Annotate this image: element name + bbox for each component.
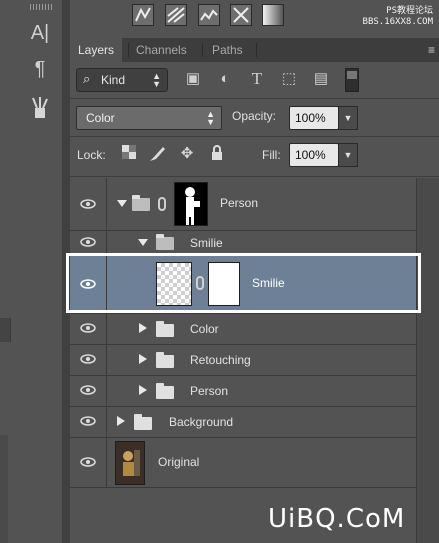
filter-toggle[interactable] <box>345 68 359 92</box>
opacity-value: 100% <box>295 111 326 125</box>
eye-icon <box>80 385 96 395</box>
eye-icon <box>80 199 96 209</box>
curves-preset-icon[interactable] <box>165 4 187 26</box>
blend-mode-select[interactable]: Color ▲ ▼ <box>76 106 222 130</box>
lock-transparency-icon[interactable] <box>120 145 138 163</box>
selection-highlight-frame <box>66 253 421 313</box>
layers-list: Person Smilie Smilie Color Retouching Pe… <box>70 178 439 543</box>
visibility-toggle[interactable] <box>70 344 107 375</box>
folder-icon <box>156 383 174 399</box>
collapse-arrow-icon[interactable] <box>138 239 148 246</box>
panel-tab-bar: Layers Channels Paths ≡ <box>70 38 439 62</box>
folder-open-icon <box>132 195 150 211</box>
visibility-toggle[interactable] <box>70 178 107 230</box>
watermark-top-line1: PS教程论坛 <box>386 6 433 16</box>
visibility-toggle[interactable] <box>70 437 107 487</box>
levels-preset-icon[interactable] <box>132 4 154 26</box>
updown-arrows-icon: ▲ ▼ <box>206 109 215 127</box>
lock-label: Lock: <box>77 148 106 162</box>
fill-value: 100% <box>295 148 326 162</box>
fill-input[interactable]: 100% <box>289 143 339 167</box>
fill-dropdown-icon[interactable]: ▼ <box>338 143 358 167</box>
folder-icon <box>134 414 152 430</box>
layer-row-retouching-group[interactable]: Retouching <box>70 344 417 376</box>
image-thumbnail[interactable] <box>115 441 145 485</box>
collapse-arrow-icon[interactable] <box>117 200 127 207</box>
filter-kind-label: Kind <box>101 73 126 87</box>
panel-menu-icon[interactable]: ≡ <box>428 38 435 62</box>
tools-strip: A| ¶ <box>0 0 63 543</box>
link-chain-icon[interactable] <box>158 197 166 211</box>
pixel-layer-filter-icon[interactable]: ▣ <box>182 69 204 89</box>
eye-icon <box>80 457 96 467</box>
layer-name: Person <box>190 384 229 398</box>
tab-paths[interactable]: Paths <box>204 38 251 62</box>
eye-icon <box>80 354 96 364</box>
tab-divider <box>256 43 257 57</box>
visibility-toggle[interactable] <box>70 375 107 406</box>
layer-name: Original <box>158 455 200 469</box>
visibility-toggle[interactable] <box>70 406 107 437</box>
lock-all-icon[interactable] <box>208 145 226 163</box>
layer-name: Smilie <box>190 236 223 250</box>
layer-row-background-group[interactable]: Background <box>70 406 417 438</box>
group-mask-thumbnail[interactable] <box>174 182 208 226</box>
lock-position-icon[interactable]: ✥ <box>178 145 196 163</box>
folder-icon <box>156 352 174 368</box>
eye-icon <box>80 416 96 426</box>
row-separator <box>70 136 439 137</box>
layer-name: Retouching <box>190 353 251 367</box>
visibility-toggle[interactable] <box>70 230 107 255</box>
layer-row-person-subgroup[interactable]: Person <box>70 375 417 407</box>
type-layer-filter-icon[interactable]: T <box>246 69 268 89</box>
opacity-input[interactable]: 100% <box>289 106 339 130</box>
brush-presets-icon[interactable] <box>24 96 56 120</box>
fill-label: Fill: <box>262 148 281 162</box>
tab-layers[interactable]: Layers <box>70 38 123 62</box>
tab-divider <box>202 43 203 57</box>
panel-collapse-handle[interactable] <box>0 318 11 342</box>
left-scrollbar[interactable] <box>0 435 8 543</box>
invert-preset-icon[interactable] <box>230 4 252 26</box>
expand-arrow-icon[interactable] <box>139 323 147 333</box>
gradient-map-preset-icon[interactable] <box>262 4 284 26</box>
layer-row-original[interactable]: Original <box>70 437 417 488</box>
row-separator <box>70 176 439 177</box>
folder-icon <box>156 321 174 337</box>
opacity-dropdown-icon[interactable]: ▼ <box>338 106 358 130</box>
visibility-toggle[interactable] <box>70 313 107 344</box>
layer-name: Color <box>190 322 219 336</box>
exposure-preset-icon[interactable] <box>198 4 220 26</box>
layer-name: Background <box>169 415 234 429</box>
watermark-top-line2: BBS.16XX8.COM <box>362 17 433 27</box>
lock-pixels-icon[interactable] <box>148 145 166 163</box>
filter-kind-select[interactable]: ⌕ Kind ▲ ▼ <box>76 68 168 92</box>
layers-scrollbar[interactable] <box>416 178 439 543</box>
expand-arrow-icon[interactable] <box>139 385 147 395</box>
smart-object-filter-icon[interactable]: ▤ <box>310 69 332 89</box>
search-icon: ⌕ <box>83 71 91 86</box>
strip-grip[interactable] <box>30 4 52 10</box>
expand-arrow-icon[interactable] <box>139 354 147 364</box>
folder-open-icon <box>156 234 174 250</box>
watermark-top: PS教程论坛 BBS.16XX8.COM <box>363 6 433 28</box>
expand-arrow-icon[interactable] <box>117 416 125 426</box>
character-panel-icon[interactable]: A| <box>24 22 56 46</box>
eye-icon <box>80 323 96 333</box>
shape-layer-filter-icon[interactable]: ⬚ <box>278 69 300 89</box>
layer-name: Person <box>220 196 259 210</box>
blend-mode-value: Color <box>86 111 115 125</box>
layer-row-color-group[interactable]: Color <box>70 313 417 345</box>
paragraph-panel-icon[interactable]: ¶ <box>24 58 56 82</box>
watermark-bottom: UiBQ.CoM <box>268 504 406 534</box>
adjustment-layer-filter-icon[interactable]: ◐ <box>214 69 236 89</box>
row-separator <box>70 98 439 99</box>
layer-row-person-group[interactable]: Person <box>70 178 417 231</box>
tab-channels[interactable]: Channels <box>128 38 195 62</box>
opacity-label: Opacity: <box>232 109 277 123</box>
updown-arrows-icon: ▲ ▼ <box>152 71 161 89</box>
eye-icon <box>80 237 96 247</box>
